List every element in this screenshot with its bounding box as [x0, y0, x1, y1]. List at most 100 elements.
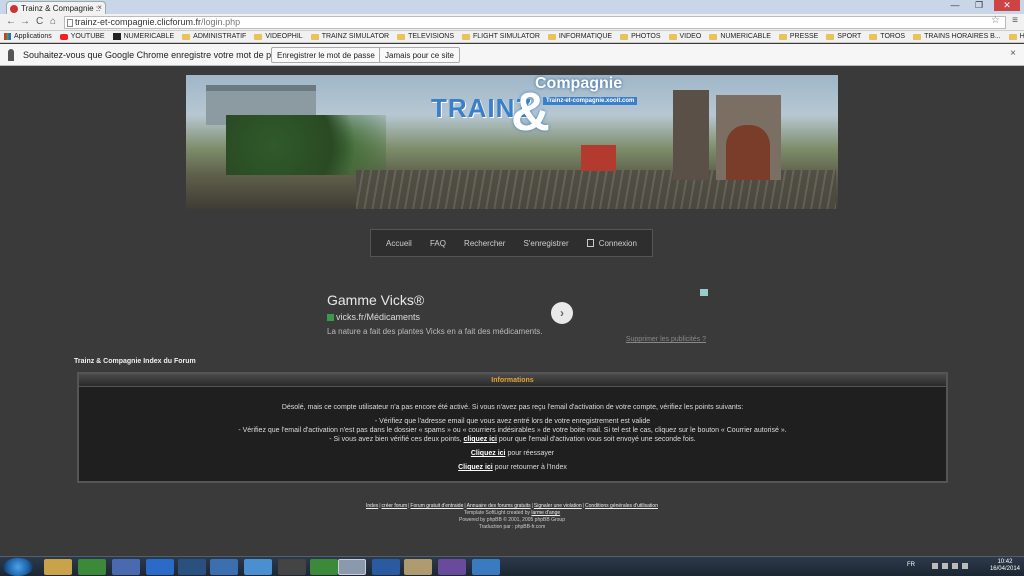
tab-close-icon[interactable]: ×: [97, 3, 102, 12]
app-taskbar-icon-3[interactable]: [178, 559, 206, 575]
bookmark-label: TRAINS HORAIRES B...: [924, 33, 1001, 40]
bookmark-item[interactable]: Applications: [4, 33, 52, 40]
bookmark-item[interactable]: INFORMATIQUE: [547, 33, 613, 40]
bookmark-label: ADMINISTRATIF: [193, 33, 247, 40]
bookmark-label: Applications: [14, 33, 52, 40]
nav-rechercher[interactable]: Rechercher: [464, 239, 505, 248]
footer-link[interactable]: créer forum: [382, 503, 408, 509]
bookmark-item[interactable]: SPORT: [826, 33, 861, 40]
footer-link[interactable]: Conditions générales d'utilisation: [585, 503, 658, 509]
template-author-link[interactable]: larme d'ange: [531, 510, 560, 516]
bookmark-item[interactable]: TOROS: [869, 33, 905, 40]
logo-url: Trainz-et-compagnie.xooit.com: [543, 97, 638, 105]
footer-link[interactable]: Signaler une violation: [534, 503, 582, 509]
language-indicator[interactable]: FR: [907, 562, 915, 568]
retry-link[interactable]: Cliquez ici: [471, 450, 506, 457]
ad-title[interactable]: Gamme Vicks®: [327, 292, 424, 308]
footer-translation: Traduction par : phpBB-fr.com: [478, 524, 546, 530]
menu-icon[interactable]: ≡: [1012, 15, 1018, 26]
remove-ads-link[interactable]: Supprimer les publicités ?: [626, 336, 706, 343]
banner-tower: [673, 90, 709, 180]
page-icon: [67, 19, 73, 27]
bookmark-item[interactable]: FLIGHT SIMULATOR: [462, 33, 540, 40]
bookmark-item[interactable]: NUMERICABLE: [112, 33, 175, 40]
tray-volume-icon[interactable]: [952, 563, 958, 569]
bookmark-label: INFORMATIQUE: [558, 33, 613, 40]
back-icon[interactable]: ←: [6, 16, 16, 27]
bookmark-item[interactable]: PRESSE: [778, 33, 818, 40]
footer-links: Index|créer forum|Forum gratuit d'entrai…: [0, 503, 1024, 510]
retry-text: pour réessayer: [507, 450, 555, 457]
youtube-icon: [59, 33, 68, 40]
app-taskbar-icon-2[interactable]: [112, 559, 140, 575]
bookmark-item[interactable]: PHOTOS: [620, 33, 661, 40]
folder-icon: [709, 33, 718, 40]
footer-link[interactable]: Index: [366, 503, 378, 509]
bookmark-star-icon[interactable]: ☆: [991, 15, 1000, 26]
bookmark-item[interactable]: VIDEO: [668, 33, 701, 40]
start-button[interactable]: [3, 558, 33, 576]
bookmark-label: NUMERICABLE: [123, 33, 175, 40]
bookmark-item[interactable]: VIDEOPHIL: [254, 33, 303, 40]
chrome-taskbar-icon[interactable]: [338, 559, 366, 575]
clock[interactable]: 10:42 16/04/2014: [990, 559, 1020, 573]
app-taskbar-icon-8[interactable]: [372, 559, 400, 575]
home-icon[interactable]: ⌂: [50, 16, 56, 27]
infobar-close-icon[interactable]: ×: [1010, 48, 1016, 59]
browser-tab[interactable]: Trainz & Compagnie :: ×: [6, 1, 106, 14]
folder-icon: [182, 33, 191, 40]
app-taskbar-icon-6[interactable]: [278, 559, 306, 575]
ad-arrow-icon[interactable]: ›: [551, 302, 573, 324]
folder-icon: [668, 33, 677, 40]
bookmark-item[interactable]: TRAINS HORAIRES B...: [913, 33, 1001, 40]
nav-accueil[interactable]: Accueil: [386, 239, 412, 248]
nav-faq[interactable]: FAQ: [430, 239, 446, 248]
nav-connexion-label: Connexion: [598, 238, 637, 248]
address-bar[interactable]: trainz-et-compagnie.clicforum.fr/login.p…: [64, 16, 1006, 29]
app-taskbar-icon-10[interactable]: [438, 559, 466, 575]
save-password-button[interactable]: Enregistrer le mot de passe: [271, 47, 381, 63]
adchoices-icon[interactable]: [700, 289, 708, 296]
folder-icon: [310, 33, 319, 40]
site-banner[interactable]: TRAINZ & Compagnie Trainz-et-compagnie.x…: [186, 75, 838, 209]
password-infobar: Souhaitez-vous que Google Chrome enregis…: [0, 44, 1024, 66]
app-taskbar-icon-7[interactable]: [310, 559, 338, 575]
nav-connexion[interactable]: Connexion: [586, 238, 637, 248]
resend-activation-link[interactable]: cliquez ici: [463, 436, 496, 443]
bookmark-item[interactable]: TELEVISIONS: [397, 33, 454, 40]
login-icon: [586, 239, 594, 247]
ad-url[interactable]: vicks.fr/Médicaments: [327, 312, 420, 322]
index-link[interactable]: Cliquez ici: [458, 464, 493, 471]
bookmark-item[interactable]: NUMERICABLE: [709, 33, 771, 40]
close-window-icon[interactable]: ✕: [994, 0, 1020, 11]
explorer-taskbar-icon[interactable]: [44, 559, 72, 575]
reload-icon[interactable]: C: [36, 16, 43, 27]
maximize-icon[interactable]: ❐: [970, 0, 988, 11]
tray-misc-icon[interactable]: [962, 563, 968, 569]
footer-link[interactable]: Annuaire des forums gratuits: [467, 503, 531, 509]
forward-icon[interactable]: →: [20, 16, 30, 27]
minimize-icon[interactable]: —: [946, 0, 964, 11]
bookmark-label: PHOTOS: [631, 33, 661, 40]
bookmark-item[interactable]: TRAINZ SIMULATOR: [310, 33, 389, 40]
nav-register[interactable]: S'enregistrer: [524, 239, 569, 248]
ad-shield-icon: [327, 314, 334, 321]
app-taskbar-icon-9[interactable]: [404, 559, 432, 575]
bookmark-item[interactable]: ADMINISTRATIF: [182, 33, 246, 40]
never-save-button[interactable]: Jamais pour ce site: [379, 47, 460, 63]
ie-taskbar-icon[interactable]: [146, 559, 174, 575]
app-taskbar-icon-11[interactable]: [472, 559, 500, 575]
advertisement[interactable]: Gamme Vicks® vicks.fr/Médicaments La nat…: [322, 289, 708, 344]
tray-flag-icon[interactable]: [932, 563, 938, 569]
forum-navbar: Accueil FAQ Rechercher S'enregistrer Con…: [370, 229, 653, 257]
tray-network-icon[interactable]: [942, 563, 948, 569]
bookmark-item[interactable]: HISTOREELLES: [1008, 33, 1024, 40]
breadcrumb[interactable]: Trainz & Compagnie Index du Forum: [74, 358, 196, 365]
app-taskbar-icon-1[interactable]: [78, 559, 106, 575]
footer-link[interactable]: Forum gratuit d'entraide: [410, 503, 463, 509]
app-taskbar-icon-5[interactable]: [244, 559, 272, 575]
bookmark-item[interactable]: YOUTUBE: [59, 33, 105, 40]
folder-icon: [1008, 33, 1017, 40]
app-taskbar-icon-4[interactable]: [210, 559, 238, 575]
bookmark-label: YOUTUBE: [70, 33, 105, 40]
